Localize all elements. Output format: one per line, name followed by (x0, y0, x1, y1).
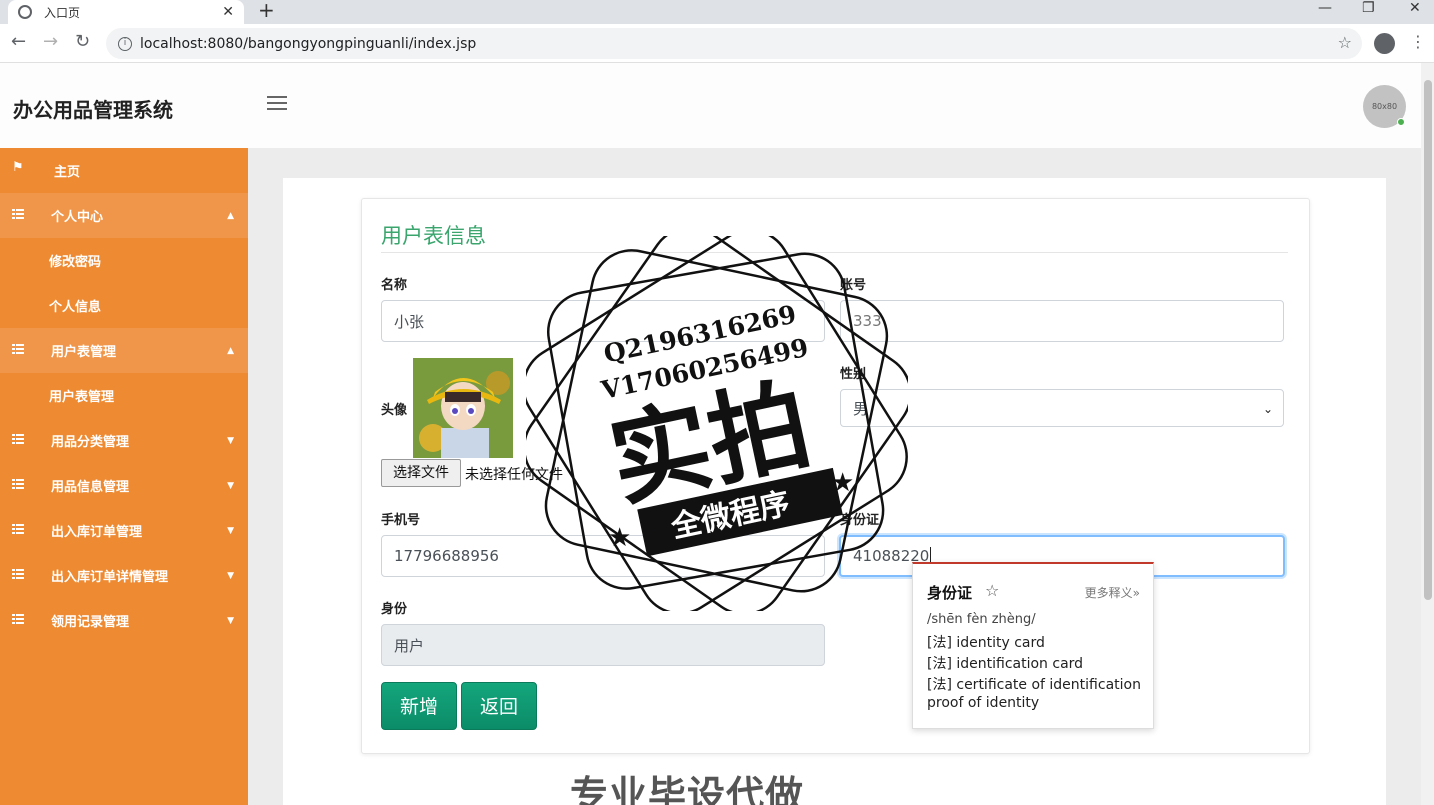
sidebar-item-inout-orders[interactable]: 出入库订单管理 ▼ (0, 508, 248, 553)
dict-definition: [法] certificate of identification (927, 677, 1141, 693)
profile-icon[interactable] (1374, 33, 1395, 54)
grid-icon (12, 344, 24, 354)
grid-icon (12, 479, 24, 489)
sidebar: ⚑ 主页 个人中心 ▲ 修改密码 个人信息 用户表管理 ▲ 用户表管理 用品分类… (0, 148, 248, 805)
choose-file-button[interactable]: 选择文件 (381, 459, 461, 487)
menu-kebab-icon[interactable]: ⋮ (1410, 32, 1426, 51)
role-label: 身份 (381, 602, 408, 617)
dict-word: 身份证 (927, 584, 973, 602)
grid-icon (12, 209, 24, 219)
sidebar-item-label: 用品信息管理 (51, 480, 130, 495)
dict-definition: proof of identity (927, 695, 1040, 711)
avatar-label: 头像 (381, 403, 408, 418)
app-title: 办公用品管理系统 (13, 98, 173, 122)
caret-down-icon: ▼ (227, 435, 234, 446)
bottom-watermark: 专业毕设代做 (570, 773, 805, 805)
browser-tab-bar: 入口页 ✕ + — ❐ ✕ (0, 0, 1434, 24)
caret-up-icon: ▲ (227, 345, 234, 356)
sidebar-item-usage-records[interactable]: 领用记录管理 ▼ (0, 598, 248, 643)
sidebar-item-order-details[interactable]: 出入库订单详情管理 ▼ (0, 553, 248, 598)
dict-definition: [法] identification card (927, 656, 1084, 672)
star-icon: ★ (831, 468, 854, 498)
close-tab-icon[interactable]: ✕ (222, 4, 234, 20)
grid-icon (12, 569, 24, 579)
back-arrow-icon[interactable]: ← (11, 33, 26, 51)
sidebar-item-label: 领用记录管理 (51, 615, 130, 630)
caret-up-icon: ▲ (227, 210, 234, 221)
role-input: 用户 (381, 624, 825, 666)
dictionary-popup: 身份证 ☆ 更多释义» /shēn fèn zhèng/ [法] identit… (912, 562, 1154, 729)
add-button[interactable]: 新增 (381, 682, 457, 730)
sidebar-item-label: 用户表管理 (51, 345, 117, 360)
sidebar-item-personal-center[interactable]: 个人中心 ▲ (0, 193, 248, 238)
sidebar-item-supplies-info[interactable]: 用品信息管理 ▼ (0, 463, 248, 508)
name-value: 小张 (394, 312, 425, 331)
restore-button[interactable]: ❐ (1362, 0, 1375, 16)
online-status-dot (1397, 118, 1405, 126)
form-title: 用户表信息 (381, 224, 486, 248)
chevron-down-icon: ⌄ (1262, 402, 1273, 416)
sidebar-item-user-table[interactable]: 用户表管理 ▲ (0, 328, 248, 373)
sidebar-item-label: 出入库订单详情管理 (51, 570, 169, 585)
info-icon[interactable]: i (118, 36, 132, 51)
url-text: localhost:8080/bangongyongpinguanli/inde… (140, 35, 477, 52)
back-button[interactable]: 返回 (461, 682, 537, 730)
caret-down-icon: ▼ (227, 570, 234, 581)
dict-definition: [法] identity card (927, 635, 1045, 651)
caret-down-icon: ▼ (227, 615, 234, 626)
window-close-button[interactable]: ✕ (1409, 0, 1421, 16)
forward-arrow-icon[interactable]: → (43, 33, 58, 51)
watermark-stamp: Q2196316269 V17060256499 实拍 全微程序 ★ ★ (522, 226, 912, 616)
phone-value: 17796688956 (394, 547, 499, 565)
sidebar-subitem-change-password[interactable]: 修改密码 (0, 238, 248, 283)
sidebar-item-label: 用品分类管理 (51, 435, 130, 450)
tab-title: 入口页 (44, 5, 81, 20)
new-tab-button[interactable]: + (258, 0, 275, 20)
flag-icon: ⚑ (12, 160, 24, 175)
role-value: 用户 (394, 636, 425, 655)
bookmark-star-icon[interactable]: ☆ (1338, 33, 1352, 52)
sidebar-subitem-user-table[interactable]: 用户表管理 (0, 373, 248, 418)
star-icon: ★ (608, 523, 631, 553)
name-label: 名称 (381, 278, 408, 293)
dict-more-link[interactable]: 更多释义» (1085, 584, 1140, 601)
favorite-star-icon[interactable]: ☆ (985, 581, 999, 600)
caret-down-icon: ▼ (227, 525, 234, 536)
minimize-button[interactable]: — (1318, 0, 1332, 16)
sidebar-item-label: 个人中心 (51, 210, 104, 225)
grid-icon (12, 434, 24, 444)
caret-down-icon: ▼ (227, 480, 234, 491)
reload-icon[interactable]: ↻ (75, 33, 90, 51)
sidebar-item-category[interactable]: 用品分类管理 ▼ (0, 418, 248, 463)
sidebar-item-label: 出入库订单管理 (51, 525, 143, 540)
hamburger-menu-icon[interactable] (267, 96, 287, 112)
sidebar-item-home[interactable]: ⚑ 主页 (0, 148, 248, 193)
sidebar-subitem-personal-info[interactable]: 个人信息 (0, 283, 248, 328)
url-field[interactable]: i localhost:8080/bangongyongpinguanli/in… (106, 28, 1362, 59)
grid-icon (12, 614, 24, 624)
grid-icon (12, 524, 24, 534)
address-bar: ← → ↻ i localhost:8080/bangongyongpingua… (0, 24, 1434, 63)
globe-icon (18, 5, 32, 19)
sidebar-item-label: 主页 (54, 165, 81, 180)
phone-label: 手机号 (381, 513, 421, 528)
scrollbar-thumb[interactable] (1424, 80, 1432, 600)
dict-pinyin: /shēn fèn zhèng/ (927, 612, 1036, 627)
avatar-image (413, 358, 513, 458)
app-header: 办公用品管理系统 80x80 (0, 63, 1421, 148)
browser-tab[interactable]: 入口页 ✕ (8, 0, 244, 24)
